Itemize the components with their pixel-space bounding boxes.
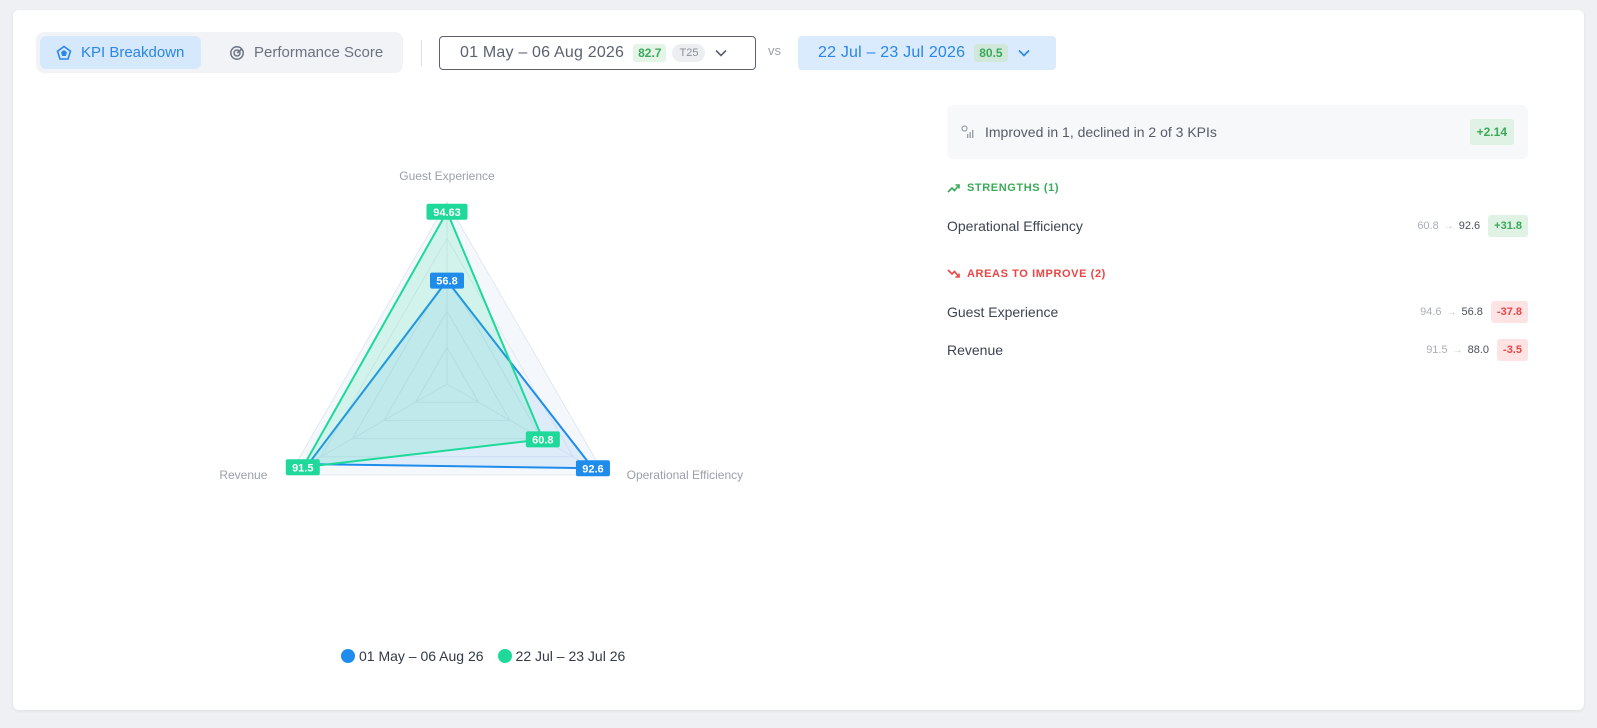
- radar-series: [301, 210, 594, 470]
- radar-point-label-text: 91.5: [292, 462, 313, 474]
- strengths-heading: STRENGTHS (1): [947, 182, 1059, 194]
- kpi-to: 92.6: [1458, 220, 1481, 232]
- signal-bars-icon: [961, 125, 974, 138]
- kpi-values: 94.6 → 56.8 -37.8: [1420, 301, 1528, 323]
- trending-up-icon: [947, 184, 960, 193]
- improve-heading-label: AREAS TO IMPROVE (2): [967, 268, 1106, 280]
- arrow-right-icon: →: [1443, 220, 1454, 232]
- radar-axis-label-3: Revenue: [219, 468, 267, 482]
- legend-label-period-a: 01 May – 06 Aug 26: [359, 648, 484, 664]
- legend-item-period-b[interactable]: 22 Jul – 23 Jul 26: [497, 648, 626, 664]
- radar-point-label-text: 56.8: [436, 276, 457, 288]
- kpi-values: 91.5 → 88.0 -3.5: [1426, 339, 1528, 361]
- legend-dot-period-b: [497, 649, 512, 663]
- kpi-from: 60.8: [1417, 220, 1439, 232]
- legend-label-period-b: 22 Jul – 23 Jul 26: [515, 648, 626, 664]
- kpi-change: -3.5: [1497, 339, 1528, 361]
- radar-point-label-text: 92.6: [582, 463, 603, 475]
- radar-axis-label-1: Guest Experience: [399, 169, 495, 183]
- kpi-to: 56.8: [1461, 306, 1483, 318]
- arrow-right-icon: →: [1452, 344, 1463, 356]
- legend-dot-period-a: [341, 649, 355, 663]
- radar-chart: Guest Experience Operational Efficiency Re…: [219, 169, 744, 482]
- kpi-change: -37.8: [1490, 301, 1528, 323]
- radar-axis-label-2: Operational Efficiency: [627, 468, 744, 482]
- kpi-from: 91.5: [1426, 344, 1448, 356]
- kpi-name: Revenue: [947, 342, 1004, 358]
- summary-text: Improved in 1, declined in 2 of 3 KPIs: [985, 124, 1217, 140]
- kpi-name: Guest Experience: [947, 304, 1059, 320]
- summary-banner: Improved in 1, declined in 2 of 3 KPIs +…: [947, 105, 1528, 159]
- radar-point-label: 56.8: [430, 272, 464, 289]
- strength-row-operational-efficiency: Operational Efficiency 60.8 → 92.6 +31.8: [947, 214, 1528, 238]
- radar-chart-area: Guest Experience Operational Efficiency Re…: [0, 0, 940, 710]
- radar-point-label: 92.6: [575, 460, 610, 477]
- kpi-name: Operational Efficiency: [947, 218, 1083, 234]
- improve-row-guest-experience: Guest Experience 94.6 → 56.8 -37.8: [947, 300, 1528, 324]
- radar-point-label-text: 94.63: [433, 207, 461, 219]
- kpi-from: 94.6: [1420, 306, 1442, 318]
- period-b-score: 80.5: [974, 44, 1008, 62]
- chevron-down-icon: [1018, 49, 1030, 57]
- arrow-right-icon: →: [1446, 306, 1457, 318]
- improve-row-revenue: Revenue 91.5 → 88.0 -3.5: [947, 338, 1528, 362]
- legend-item-period-a[interactable]: 01 May – 06 Aug 26: [341, 648, 484, 664]
- chart-legend: 01 May – 06 Aug 26 22 Jul – 23 Jul 26: [341, 648, 639, 664]
- strengths-heading-label: STRENGTHS (1): [967, 182, 1060, 194]
- kpi-values: 60.8 → 92.6 +31.8: [1417, 215, 1528, 237]
- kpi-change: +31.8: [1488, 215, 1528, 237]
- radar-point-label: 60.8: [525, 431, 560, 448]
- improve-heading: AREAS TO IMPROVE (2): [947, 268, 1106, 280]
- summary-delta: +2.14: [1469, 119, 1514, 145]
- radar-point-label: 94.63: [426, 203, 468, 220]
- kpi-to: 88.0: [1467, 344, 1490, 356]
- trending-down-icon: [947, 269, 960, 278]
- radar-point-label: 91.5: [285, 459, 320, 476]
- radar-point-label-text: 60.8: [532, 434, 553, 446]
